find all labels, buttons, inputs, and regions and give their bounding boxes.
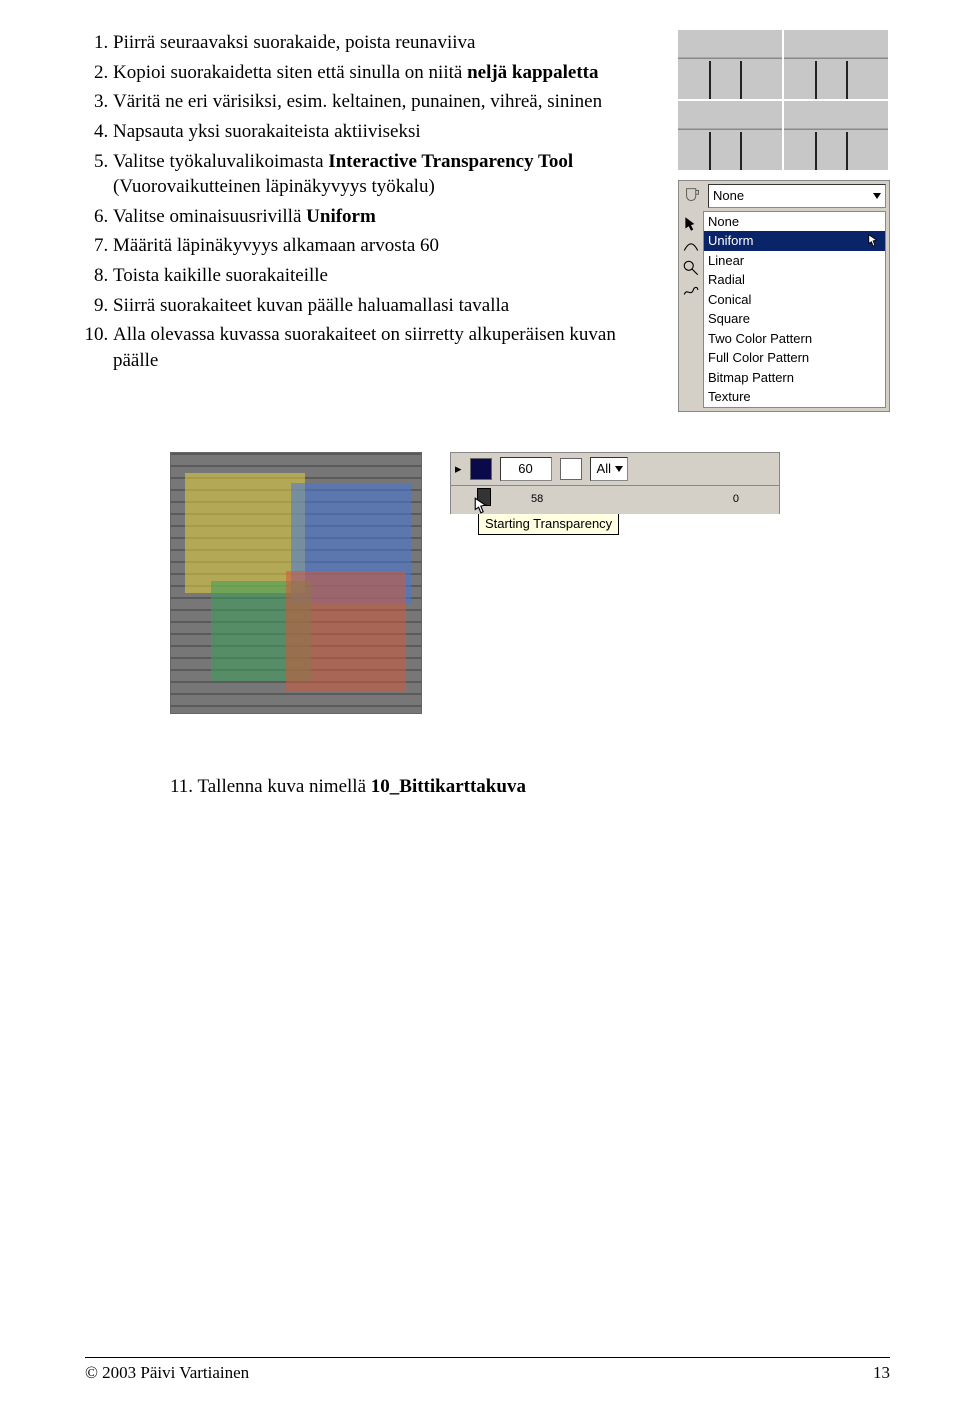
text: Määritä läpinäkyvyys alkamaan arvosta 60 xyxy=(113,235,439,256)
filename: 10_Bittikarttakuva xyxy=(371,776,526,797)
list-item: Väritä ne eri värisiksi, esim. keltainen… xyxy=(113,89,658,115)
transparency-type-combo[interactable]: None xyxy=(708,184,886,208)
dropdown-option-texture[interactable]: Texture xyxy=(704,387,885,407)
text: Tallenna kuva nimellä xyxy=(197,776,370,797)
option-label: Uniform xyxy=(708,233,754,248)
text: (Vuorovaikutteinen läpinäkyvyys työkalu) xyxy=(113,176,435,197)
dropdown-option-linear[interactable]: Linear xyxy=(704,251,885,271)
red-overlay xyxy=(286,571,406,691)
example-image-overlays xyxy=(170,452,422,714)
text: 11. xyxy=(170,776,197,797)
transparency-slider-screenshot: ▸ 60 All 58 0 Starting Transparency xyxy=(450,452,780,535)
zoom-tool-icon xyxy=(682,259,700,277)
text: Piirrä seuraavaksi suorakaide, poista re… xyxy=(113,32,475,53)
list-item: Valitse työkaluvalikoimasta Interactive … xyxy=(113,149,658,200)
transparency-target-combo[interactable]: All xyxy=(590,457,628,481)
cursor-icon xyxy=(473,496,491,514)
list-item: Valitse ominaisuusrivillä Uniform xyxy=(113,204,658,230)
text-bold: Uniform xyxy=(306,206,376,227)
dropdown-option-none[interactable]: None xyxy=(704,212,885,232)
list-item: Piirrä seuraavaksi suorakaide, poista re… xyxy=(113,30,658,56)
color-swatch-white[interactable] xyxy=(560,458,582,480)
text: Siirrä suorakaiteet kuvan päälle haluama… xyxy=(113,295,509,316)
starting-transparency-tooltip: Starting Transparency xyxy=(478,512,619,536)
page-footer: © 2003 Päivi Vartiainen 13 xyxy=(85,1357,890,1385)
footer-page-number: 13 xyxy=(873,1362,890,1385)
list-item: Napsauta yksi suorakaiteista aktiiviseks… xyxy=(113,119,658,145)
list-item: Kopioi suorakaidetta siten että sinulla … xyxy=(113,60,658,86)
dropdown-option-full-color[interactable]: Full Color Pattern xyxy=(704,348,885,368)
slider-tick-0: 0 xyxy=(733,492,739,507)
shape-tool-icon xyxy=(682,237,700,255)
chevron-down-icon xyxy=(615,466,623,472)
dropdown-option-bitmap-pattern[interactable]: Bitmap Pattern xyxy=(704,368,885,388)
transparency-dropdown-screenshot: None None Uniform Linear xyxy=(678,180,890,412)
text: Valitse ominaisuusrivillä xyxy=(113,206,306,227)
arrow-tool-icon xyxy=(682,215,700,233)
dropdown-option-conical[interactable]: Conical xyxy=(704,290,885,310)
combo-value: All xyxy=(597,460,611,478)
slider-tick-58: 58 xyxy=(531,492,543,507)
example-image-ships xyxy=(678,30,888,170)
dropdown-option-two-color[interactable]: Two Color Pattern xyxy=(704,329,885,349)
arrow-right-icon: ▸ xyxy=(455,460,462,478)
save-instruction: 11. Tallenna kuva nimellä 10_Bittikartta… xyxy=(170,774,890,800)
text: Väritä ne eri värisiksi, esim. keltainen… xyxy=(113,91,602,112)
text-bold: Interactive Transparency Tool xyxy=(328,151,573,172)
text-bold: neljä kappaletta xyxy=(467,62,598,83)
transparency-value-field[interactable]: 60 xyxy=(500,457,552,481)
list-item: Toista kaikille suorakaiteille xyxy=(113,263,658,289)
instruction-list: Piirrä seuraavaksi suorakaide, poista re… xyxy=(85,30,658,374)
transparency-tool-icon xyxy=(682,185,704,207)
text: Kopioi suorakaidetta siten että sinulla … xyxy=(113,62,467,83)
dropdown-option-square[interactable]: Square xyxy=(704,309,885,329)
list-item: Alla olevassa kuvassa suorakaiteet on si… xyxy=(113,322,658,373)
chevron-down-icon xyxy=(873,193,881,199)
text: Alla olevassa kuvassa suorakaiteet on si… xyxy=(113,324,616,371)
dropdown-option-radial[interactable]: Radial xyxy=(704,270,885,290)
list-item: Määritä läpinäkyvyys alkamaan arvosta 60 xyxy=(113,233,658,259)
text: Valitse työkaluvalikoimasta xyxy=(113,151,328,172)
transparency-type-list[interactable]: None Uniform Linear Radial Conical Squar… xyxy=(703,211,886,408)
list-item: Siirrä suorakaiteet kuvan päälle haluama… xyxy=(113,293,658,319)
text: Napsauta yksi suorakaiteista aktiiviseks… xyxy=(113,121,421,142)
combo-value: None xyxy=(713,187,744,205)
text: Toista kaikille suorakaiteille xyxy=(113,265,328,286)
transparency-slider[interactable]: 58 0 xyxy=(450,486,780,514)
color-swatch-dark[interactable] xyxy=(470,458,492,480)
dropdown-option-uniform[interactable]: Uniform xyxy=(704,231,885,251)
footer-copyright: © 2003 Päivi Vartiainen xyxy=(85,1362,249,1385)
freehand-tool-icon xyxy=(682,281,700,299)
cursor-icon xyxy=(867,233,881,247)
